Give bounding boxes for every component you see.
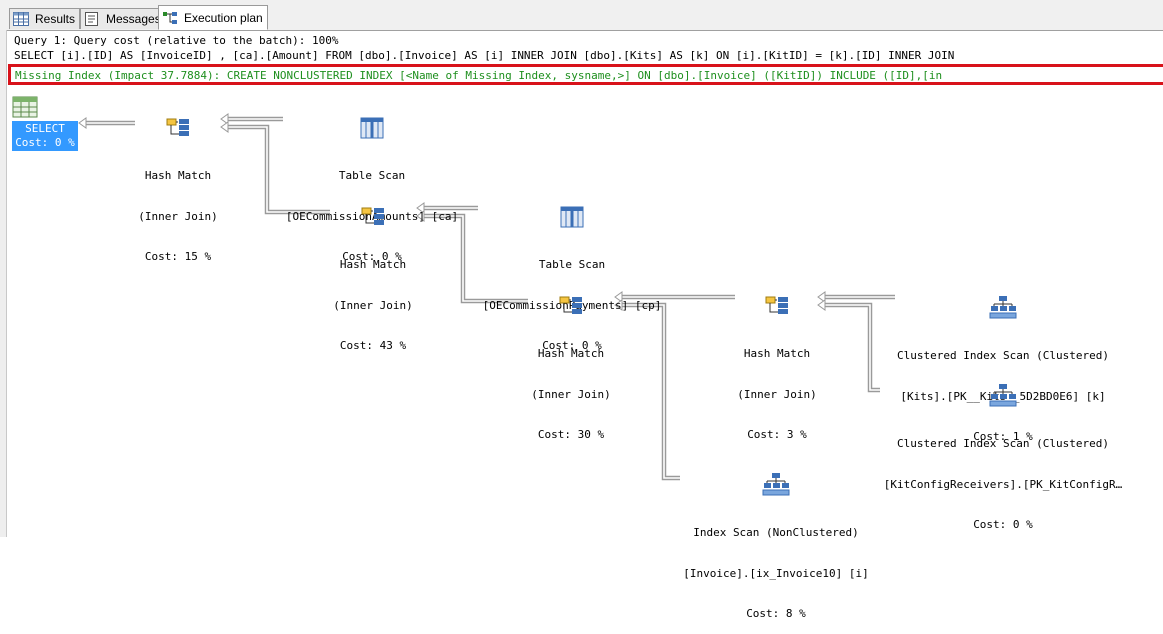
table-scan-icon — [360, 117, 384, 139]
arrowhead — [78, 117, 87, 129]
node-cost: Cost: 30 % — [537, 428, 605, 441]
node-subtitle: (Inner Join) — [333, 298, 413, 312]
node-cost: Cost: 3 % — [747, 428, 807, 441]
index-scan-icon — [762, 473, 790, 496]
clustered-index-scan-icon — [989, 384, 1017, 407]
select-result-icon — [12, 96, 38, 118]
plan-node-clustered-index-scan-kitconfigreceivers[interactable]: Clustered Index Scan (Clustered) [KitCon… — [873, 356, 1133, 545]
hash-match-icon — [559, 296, 582, 314]
node-title: Hash Match — [743, 347, 811, 360]
node-title: Hash Match — [144, 169, 212, 182]
node-subtitle: (Inner Join) — [531, 387, 611, 401]
plan-node-hash-match-4[interactable]: Hash Match (Inner Join) Cost: 3 % — [727, 268, 827, 455]
hash-match-icon — [765, 296, 788, 314]
node-cost: Cost: 0 % — [973, 518, 1033, 531]
node-title: Index Scan (NonClustered) — [693, 526, 859, 539]
node-cost: Cost: 43 % — [339, 339, 407, 352]
plan-node-hash-match-2[interactable]: Hash Match (Inner Join) Cost: 43 % — [323, 179, 423, 366]
node-cost: Cost: 15 % — [144, 250, 212, 263]
node-subtitle: [KitConfigReceivers].[PK_KitConfigR… — [883, 477, 1123, 491]
node-cost: Cost: 8 % — [746, 607, 806, 620]
node-cost: Cost: 0 % — [15, 135, 75, 149]
clustered-index-scan-icon — [989, 296, 1017, 319]
hash-match-icon — [166, 118, 189, 136]
node-subtitle: [Invoice].[ix_Invoice10] [i] — [683, 566, 869, 580]
plan-node-hash-match-1[interactable]: Hash Match (Inner Join) Cost: 15 % — [128, 90, 228, 277]
plan-node-select[interactable]: SELECT Cost: 0 % — [12, 96, 78, 151]
node-title: Clustered Index Scan (Clustered) — [897, 437, 1109, 450]
plan-node-hash-match-3[interactable]: Hash Match (Inner Join) Cost: 30 % — [521, 268, 621, 455]
arrow-kcr-to-hash4 — [823, 302, 880, 393]
plan-node-index-scan-invoice[interactable]: Index Scan (NonClustered) [Invoice].[ix_… — [675, 445, 877, 634]
node-subtitle: (Inner Join) — [138, 209, 218, 223]
node-subtitle: (Inner Join) — [737, 387, 817, 401]
node-title: Hash Match — [339, 258, 407, 271]
table-scan-icon — [560, 206, 584, 228]
node-title: Hash Match — [537, 347, 605, 360]
select-node-label: SELECT Cost: 0 % — [12, 121, 78, 151]
node-title: SELECT — [25, 122, 65, 135]
hash-match-icon — [361, 207, 384, 225]
